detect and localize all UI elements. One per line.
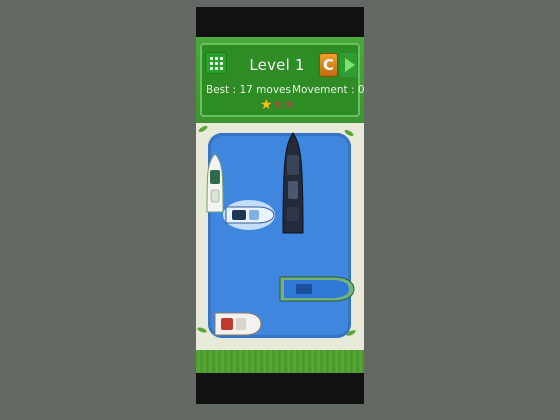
menu-grid-icon[interactable] — [205, 52, 227, 74]
level-title: Level 1 — [249, 56, 305, 74]
star-rating: ★★★ — [260, 97, 296, 113]
water-pool — [208, 133, 351, 338]
boat-dark-yacht[interactable] — [281, 131, 305, 237]
phone-screen: Level 1 C Best : 17 moves Movement : 0 ★… — [196, 7, 364, 404]
boat-white-horizontal[interactable] — [213, 309, 263, 339]
boat-blue-horizontal[interactable] — [276, 272, 356, 306]
boat-selected-horizontal[interactable] — [222, 199, 276, 231]
header-panel: Level 1 C Best : 17 moves Movement : 0 ★… — [200, 43, 364, 117]
bottom-black-bar — [196, 373, 364, 404]
best-moves: Best : 17 moves — [206, 84, 291, 96]
game-board — [196, 123, 364, 350]
movement-count: Movement : 0 — [292, 84, 364, 96]
grass-decoration — [196, 326, 208, 334]
star-icon: ★ — [260, 97, 273, 113]
game-header: Level 1 C Best : 17 moves Movement : 0 ★… — [196, 37, 364, 123]
star-icon: ★ — [283, 97, 296, 113]
restart-icon[interactable]: C — [319, 53, 338, 77]
top-black-bar — [196, 7, 364, 37]
grass-decoration — [197, 124, 209, 134]
next-arrow-icon[interactable] — [340, 53, 357, 77]
grass-ground — [196, 350, 364, 373]
